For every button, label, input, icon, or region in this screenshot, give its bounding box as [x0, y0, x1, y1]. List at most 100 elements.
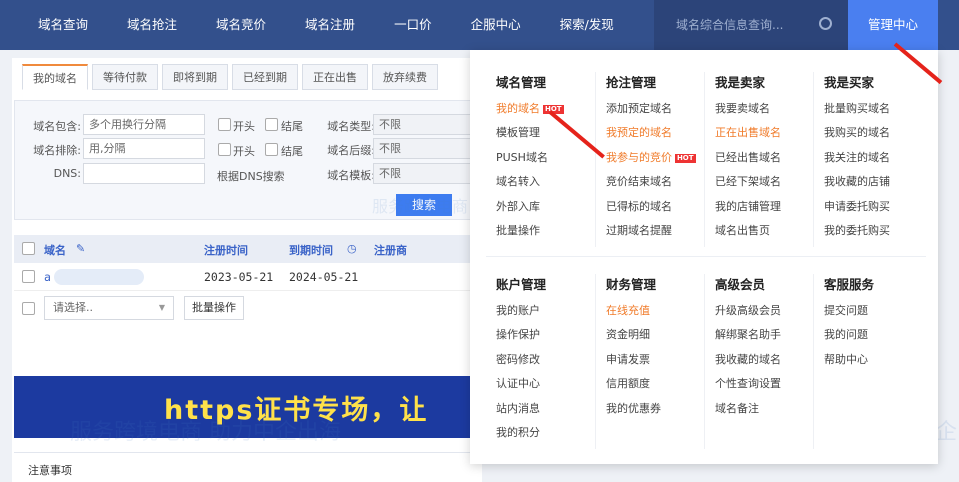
dns-input[interactable]: [83, 163, 205, 184]
menu-item[interactable]: 我要卖域名: [715, 101, 813, 125]
dns-search-label: 根据DNS搜索: [217, 170, 285, 183]
menu-item[interactable]: 我关注的域名: [824, 150, 922, 174]
menu-item-label: 外部入库: [496, 199, 540, 213]
menu-item-label: 信用额度: [605, 377, 650, 391]
row-checkbox[interactable]: [22, 270, 35, 283]
clock-icon[interactable]: ◷: [347, 242, 357, 255]
https-banner[interactable]: https证书专场，让: [14, 376, 482, 438]
menu-item[interactable]: 认证中心: [496, 376, 595, 400]
menu-item[interactable]: 申请发票: [606, 352, 704, 376]
exclude-input[interactable]: 用,分隔: [83, 138, 205, 159]
menu-item[interactable]: 个性查询设置: [715, 376, 813, 400]
nav-item[interactable]: 域名注册: [287, 0, 376, 50]
nav-item[interactable]: 域名查询: [20, 0, 109, 50]
menu-item[interactable]: 我购买的域名: [824, 125, 922, 149]
menu-item[interactable]: 我的域名 HOT: [496, 101, 595, 125]
col-domain[interactable]: 域名: [44, 242, 66, 258]
tab-expired[interactable]: 已经到期: [232, 64, 298, 90]
tab-expiring[interactable]: 即将到期: [162, 64, 228, 90]
menu-item-label: 域名出售页: [714, 223, 770, 237]
menu-item[interactable]: 我收藏的域名: [715, 352, 813, 376]
menu-item-label: 我收藏的店铺: [823, 175, 890, 189]
menu-item[interactable]: 我的优惠券: [606, 401, 704, 425]
blurred-domain: [54, 269, 144, 285]
menu-item-label: 我购买的域名: [823, 126, 890, 140]
bottom-checkbox[interactable]: [22, 302, 35, 315]
menu-item[interactable]: 我的积分: [496, 425, 595, 449]
search-placeholder: 域名综合信息查询...: [676, 18, 784, 32]
domain-panel: 我的域名 等待付款 即将到期 已经到期 正在出售 放弃续费 域名包含: 多个用换…: [12, 58, 483, 482]
tab-my-domains[interactable]: 我的域名: [22, 64, 88, 90]
domain-link[interactable]: a: [44, 270, 51, 284]
menu-item[interactable]: 我的委托购买: [824, 223, 922, 247]
search-input[interactable]: 域名综合信息查询...: [654, 0, 848, 50]
edit-icon[interactable]: ✎: [76, 242, 85, 255]
search-icon[interactable]: [819, 17, 832, 30]
menu-item[interactable]: 外部入库: [496, 199, 595, 223]
include-input[interactable]: 多个用换行分隔: [83, 114, 205, 135]
start-label: 开头: [233, 120, 255, 133]
menu-item[interactable]: 批量操作: [496, 223, 595, 247]
nav-item[interactable]: 一口价: [376, 0, 453, 50]
col-registrar[interactable]: 注册商: [374, 242, 407, 258]
menu-item[interactable]: 在线充值: [606, 303, 704, 327]
menu-item[interactable]: 我的问题: [824, 327, 922, 351]
menu-item[interactable]: 正在出售域名: [715, 125, 813, 149]
tab-selling[interactable]: 正在出售: [302, 64, 368, 90]
menu-item[interactable]: 信用额度: [606, 376, 704, 400]
menu-item[interactable]: 我参与的竞价 HOT: [606, 150, 704, 174]
search-button[interactable]: 搜索: [396, 194, 452, 216]
template-select[interactable]: 不限: [373, 163, 483, 184]
menu-item[interactable]: 已经出售域名: [715, 150, 813, 174]
nav-item[interactable]: 域名竞价: [198, 0, 287, 50]
suffix-select[interactable]: 不限: [373, 138, 483, 159]
menu-item[interactable]: 站内消息: [496, 401, 595, 425]
nav-item[interactable]: 企服中心: [453, 0, 542, 50]
menu-column: 域名管理 我的域名 HOT 模板管理 PUSH域名 域名转入 外部入库 批量操作: [486, 72, 595, 247]
menu-item[interactable]: 解绑聚名助手: [715, 327, 813, 351]
menu-item[interactable]: 已经下架域名: [715, 174, 813, 198]
type-select[interactable]: 不限: [373, 114, 483, 135]
menu-item[interactable]: 竞价结束域名: [606, 174, 704, 198]
menu-item[interactable]: 域名转入: [496, 174, 595, 198]
menu-item[interactable]: 过期域名提醒: [606, 223, 704, 247]
menu-item[interactable]: 我的店铺管理: [715, 199, 813, 223]
menu-item-label: 申请发票: [605, 352, 650, 366]
menu-item-label: 在线充值: [605, 304, 650, 317]
menu-item[interactable]: 提交问题: [824, 303, 922, 327]
menu-item[interactable]: 申请委托购买: [824, 199, 922, 223]
menu-column: 财务管理 在线充值 资金明细 申请发票 信用额度 我的优惠券: [594, 274, 704, 450]
menu-item-label: 我预定的域名: [605, 126, 672, 140]
batch-select[interactable]: 请选择.. ▼: [44, 296, 174, 320]
menu-item[interactable]: 我收藏的店铺: [824, 174, 922, 198]
menu-item[interactable]: 我预定的域名: [606, 125, 704, 149]
menu-item-label: 我的积分: [496, 425, 540, 439]
menu-item[interactable]: 批量购买域名: [824, 101, 922, 125]
tab-pending-payment[interactable]: 等待付款: [92, 64, 158, 90]
menu-item[interactable]: 域名备注: [715, 401, 813, 425]
select-all-checkbox[interactable]: [22, 242, 35, 255]
menu-item-label: 解绑聚名助手: [714, 328, 781, 342]
menu-column-title: 我是买家: [823, 75, 874, 90]
dns-label: DNS:: [53, 167, 81, 180]
menu-item[interactable]: PUSH域名: [496, 150, 595, 174]
menu-item[interactable]: 帮助中心: [824, 352, 922, 376]
menu-item[interactable]: 添加预定域名: [606, 101, 704, 125]
menu-item[interactable]: 已得标的域名: [606, 199, 704, 223]
menu-item-label: 我的域名: [496, 102, 540, 115]
col-exp-date[interactable]: 到期时间: [289, 242, 333, 258]
menu-item[interactable]: 操作保护: [496, 327, 595, 351]
menu-item[interactable]: 密码修改: [496, 352, 595, 376]
col-reg-date[interactable]: 注册时间: [204, 242, 248, 258]
menu-item[interactable]: 升级高级会员: [715, 303, 813, 327]
manage-center-button[interactable]: 管理中心: [848, 0, 938, 50]
nav-item[interactable]: 探索/发现: [542, 0, 635, 50]
tab-abandoned[interactable]: 放弃续费: [372, 64, 438, 90]
nav-item[interactable]: 域名抢注: [109, 0, 198, 50]
menu-item[interactable]: 域名出售页: [715, 223, 813, 247]
batch-operation-button[interactable]: 批量操作: [184, 296, 244, 320]
table-row: a 2023-05-21 2024-05-21: [14, 263, 482, 291]
menu-item-label: 域名备注: [714, 401, 759, 415]
menu-item[interactable]: 资金明细: [606, 327, 704, 351]
menu-item[interactable]: 我的账户: [496, 303, 595, 327]
